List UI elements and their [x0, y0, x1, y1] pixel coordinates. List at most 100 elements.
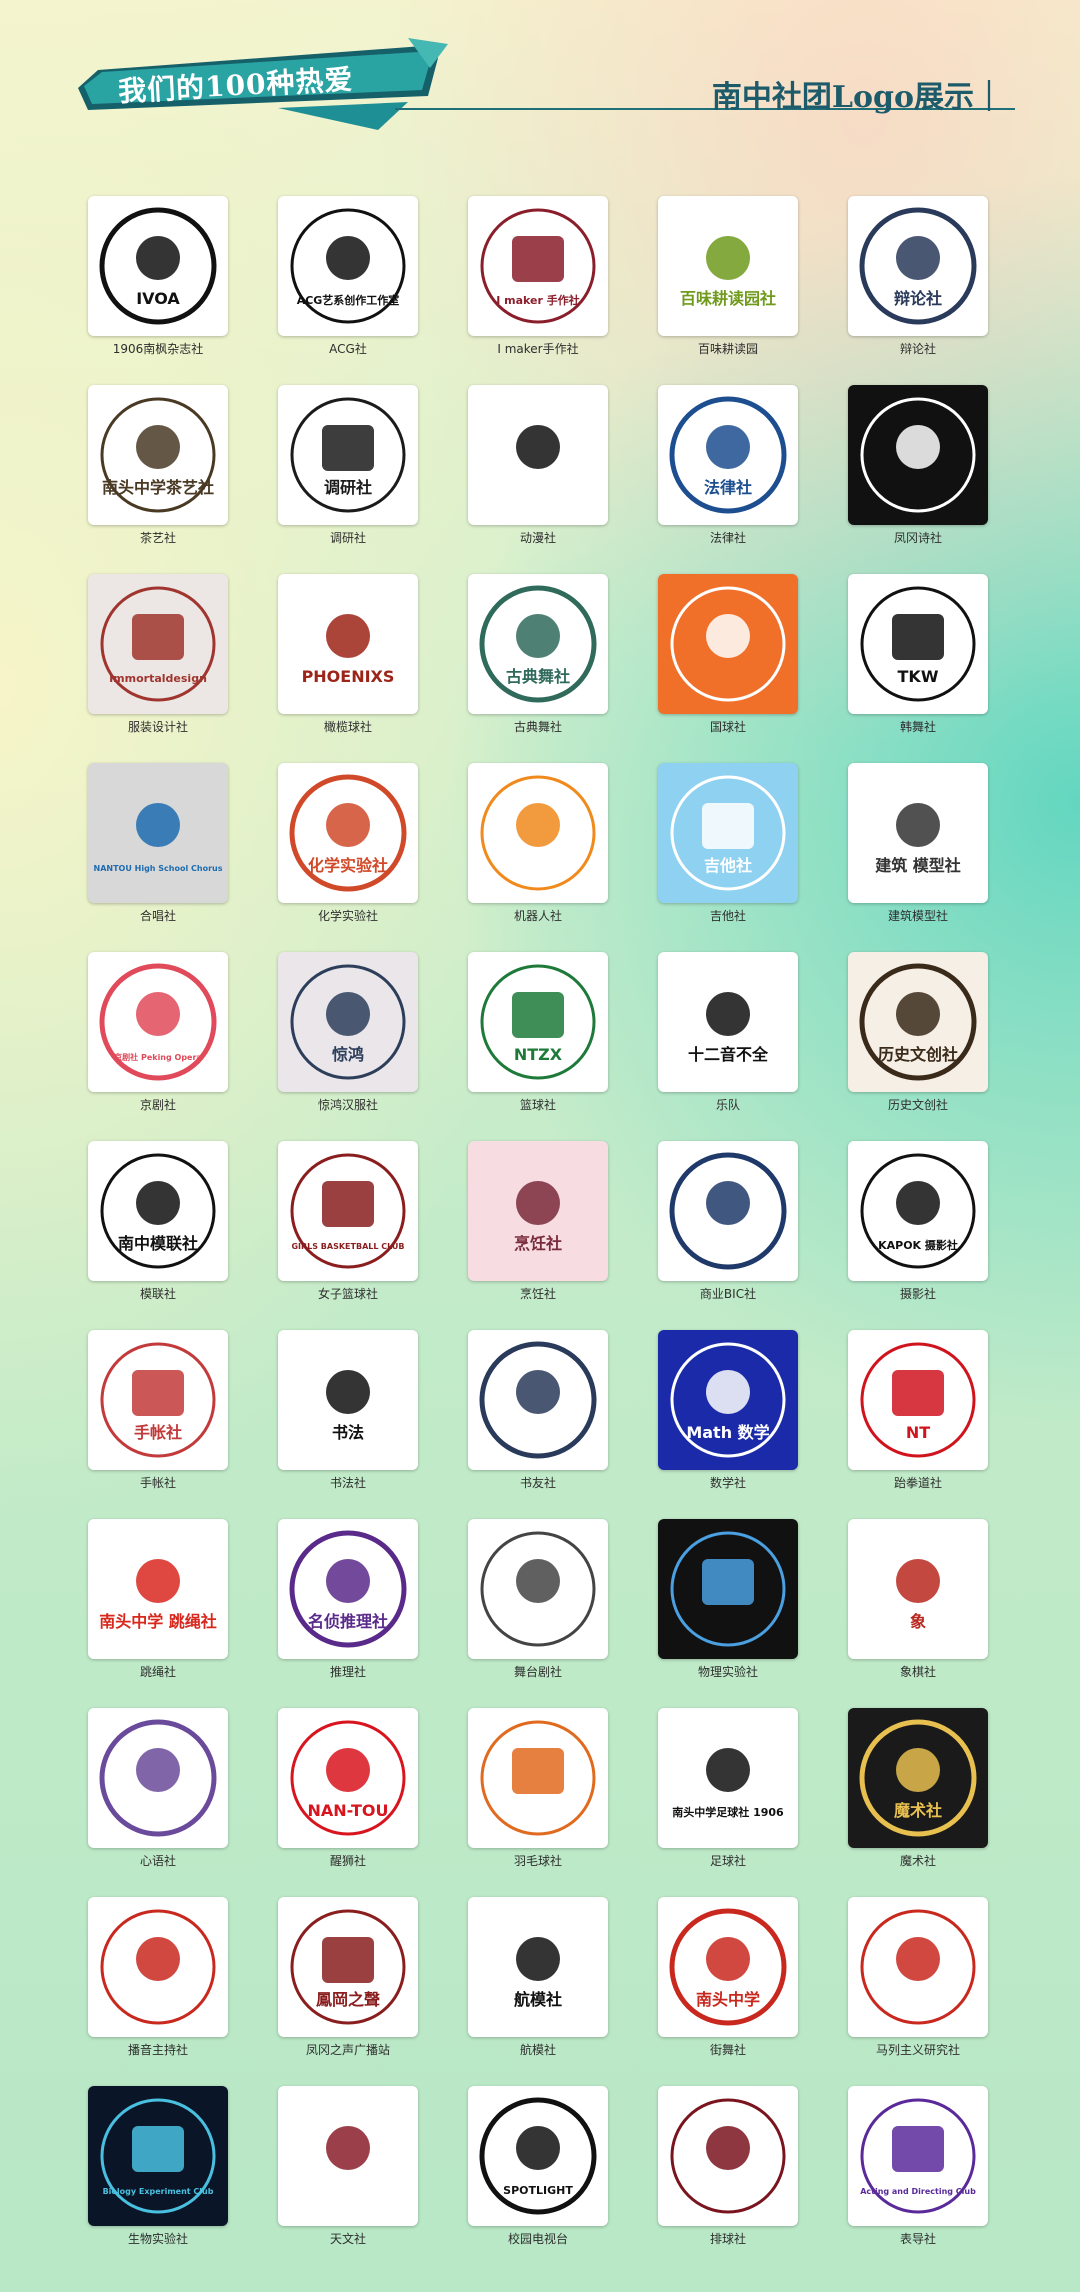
club-tile[interactable]: 古典舞社 古典舞社: [468, 574, 608, 734]
club-tile[interactable]: 舞台剧社: [468, 1519, 608, 1679]
logo-text: NAN-TOU: [308, 1801, 389, 1820]
club-tile[interactable]: 南头中学茶艺社 茶艺社: [88, 385, 228, 545]
club-tile[interactable]: Biology Experiment Club 生物实验社: [88, 2086, 228, 2246]
club-logo: 历史文创社: [848, 952, 988, 1092]
club-logo: Acting and Directing Club: [848, 2086, 988, 2226]
club-tile[interactable]: 羽毛球社: [468, 1708, 608, 1868]
club-name-label: 心语社: [139, 1854, 176, 1868]
club-tile[interactable]: 建筑 模型社 建筑模型社: [848, 763, 988, 923]
club-tile[interactable]: 南头中学 街舞社: [658, 1897, 798, 2057]
club-tile[interactable]: Acting and Directing Club 表导社: [848, 2086, 988, 2246]
logo-text: KAPOK 摄影社: [878, 1238, 958, 1252]
club-tile[interactable]: ACG艺系创作工作室 ACG社: [278, 196, 418, 356]
club-logo: [88, 1897, 228, 2037]
club-tile[interactable]: 排球社: [658, 2086, 798, 2246]
club-tile[interactable]: 法律社 法律社: [658, 385, 798, 545]
club-tile[interactable]: 化学实验社 化学实验社: [278, 763, 418, 923]
club-tile[interactable]: 象象棋社: [848, 1519, 988, 1679]
club-tile[interactable]: 国球社: [658, 574, 798, 734]
classical-dance-icon: 古典舞社: [479, 585, 597, 703]
club-logo: 南头中学: [658, 1897, 798, 2037]
club-logo: 书法: [278, 1330, 418, 1470]
club-tile[interactable]: SPOTLIGHT 校园电视台: [468, 2086, 608, 2246]
logo-text: 航模社: [514, 1990, 562, 2009]
broadcast-phoenix-icon: [100, 1909, 216, 2025]
club-tile[interactable]: I maker 手作社 I maker手作社: [468, 196, 608, 356]
ping-pong-icon: [670, 586, 786, 702]
club-tile[interactable]: 京剧社 Peking Opera 京剧社: [88, 952, 228, 1112]
logo-text: 象: [910, 1612, 926, 1631]
club-tile[interactable]: 吉他社 吉他社: [658, 763, 798, 923]
microscope-dna-icon: Biology Experiment Club: [100, 2098, 216, 2214]
club-tile[interactable]: 南头中学足球社 1906 足球社: [658, 1708, 798, 1868]
club-tile[interactable]: 调研社 调研社: [278, 385, 418, 545]
club-tile[interactable]: 魔术社 魔术社: [848, 1708, 988, 1868]
club-name-label: 跳绳社: [139, 1665, 176, 1679]
club-tile[interactable]: 十二音不全 乐队: [658, 952, 798, 1112]
club-tile[interactable]: 天文社: [278, 2086, 418, 2246]
club-tile[interactable]: 书友社: [468, 1330, 608, 1490]
club-tile[interactable]: 鳳岡之聲 凤冈之声广播站: [278, 1897, 418, 2057]
club-tile[interactable]: 动漫社: [468, 385, 608, 545]
club-tile[interactable]: KAPOK 摄影社 摄影社: [848, 1141, 988, 1301]
club-tile[interactable]: NANTOU High School Chorus 合唱社: [88, 763, 228, 923]
club-tile[interactable]: NTZX 篮球社: [468, 952, 608, 1112]
club-tile[interactable]: TKW 韩舞社: [848, 574, 988, 734]
club-name-label: 足球社: [709, 1854, 746, 1868]
club-name-label: ACG社: [329, 342, 367, 356]
club-tile[interactable]: 马列主义研究社: [848, 1897, 988, 2057]
club-name-label: 羽毛球社: [513, 1854, 562, 1868]
club-logo: [278, 2086, 418, 2226]
club-tile[interactable]: 书法 书法社: [278, 1330, 418, 1490]
club-tile[interactable]: IVOA 1906南枫杂志社: [88, 196, 228, 356]
logo-text: 惊鸿: [332, 1045, 364, 1064]
club-logo: 建筑 模型社: [848, 763, 988, 903]
club-logo: KAPOK 摄影社: [848, 1141, 988, 1281]
club-logo: 南头中学茶艺社: [88, 385, 228, 525]
club-name-label: 醒狮社: [329, 1854, 366, 1868]
club-tile[interactable]: 机器人社: [468, 763, 608, 923]
club-tile[interactable]: 惊鸿 惊鸿汉服社: [278, 952, 418, 1112]
club-tile[interactable]: GIRLS BASKETBALL CLUB 女子篮球社: [278, 1141, 418, 1301]
club-tile[interactable]: Math 数学 数学社: [658, 1330, 798, 1490]
club-tile[interactable]: 航模社 航模社: [468, 1897, 608, 2057]
marxism-shield-icon: [860, 1909, 976, 2025]
club-logo: ACG艺系创作工作室: [278, 196, 418, 336]
logo-text: I maker 手作社: [496, 293, 580, 307]
club-logo: [658, 1519, 798, 1659]
club-tile[interactable]: 历史文创社 历史文创社: [848, 952, 988, 1112]
club-logo: 吉他社: [658, 763, 798, 903]
club-tile[interactable]: Immortaldesign 服装设计社: [88, 574, 228, 734]
club-tile[interactable]: 南头中学 跳绳社 跳绳社: [88, 1519, 228, 1679]
logo-text: 调研社: [324, 478, 372, 497]
club-name-label: 动漫社: [519, 531, 556, 545]
treble-clef-icon: NANTOU High School Chorus: [94, 803, 223, 873]
logo-text: 十二音不全: [688, 1045, 769, 1064]
club-name-label: 凤冈诗社: [893, 531, 942, 545]
calligraphy-brush-icon: 书法: [326, 1370, 370, 1442]
logo-text: PHOENIXS: [302, 667, 395, 686]
club-tile[interactable]: 烹饪社 烹饪社: [468, 1141, 608, 1301]
club-tile[interactable]: 辩论社 辩论社: [848, 196, 988, 356]
club-tile[interactable]: 名侦推理社 推理社: [278, 1519, 418, 1679]
club-tile[interactable]: 物理实验社: [658, 1519, 798, 1679]
club-tile[interactable]: 商业BIC社: [658, 1141, 798, 1301]
club-tile[interactable]: NAN-TOU 醒狮社: [278, 1708, 418, 1868]
club-tile[interactable]: 手帐社 手帐社: [88, 1330, 228, 1490]
club-name-label: 手帐社: [139, 1476, 176, 1490]
club-tile[interactable]: 心语社: [88, 1708, 228, 1868]
club-tile[interactable]: 南中模联社 模联社: [88, 1141, 228, 1301]
club-tile[interactable]: NT 跆拳道社: [848, 1330, 988, 1490]
cake-icon: 烹饪社: [514, 1181, 562, 1253]
club-tile[interactable]: PHOENIXS 橄榄球社: [278, 574, 418, 734]
club-tile[interactable]: 百味耕读园社 百味耕读园: [658, 196, 798, 356]
club-logo: NT: [848, 1330, 988, 1470]
logo-text: 书法: [332, 1423, 364, 1442]
club-tile[interactable]: 凤冈诗社: [848, 385, 988, 545]
club-logo: NTZX: [468, 952, 608, 1092]
open-book-icon: [479, 1341, 597, 1459]
club-name-label: 橄榄球社: [323, 720, 372, 734]
club-tile[interactable]: 播音主持社: [88, 1897, 228, 2057]
logo-text: Math 数学: [686, 1423, 769, 1442]
anime-face-icon: [516, 425, 560, 469]
